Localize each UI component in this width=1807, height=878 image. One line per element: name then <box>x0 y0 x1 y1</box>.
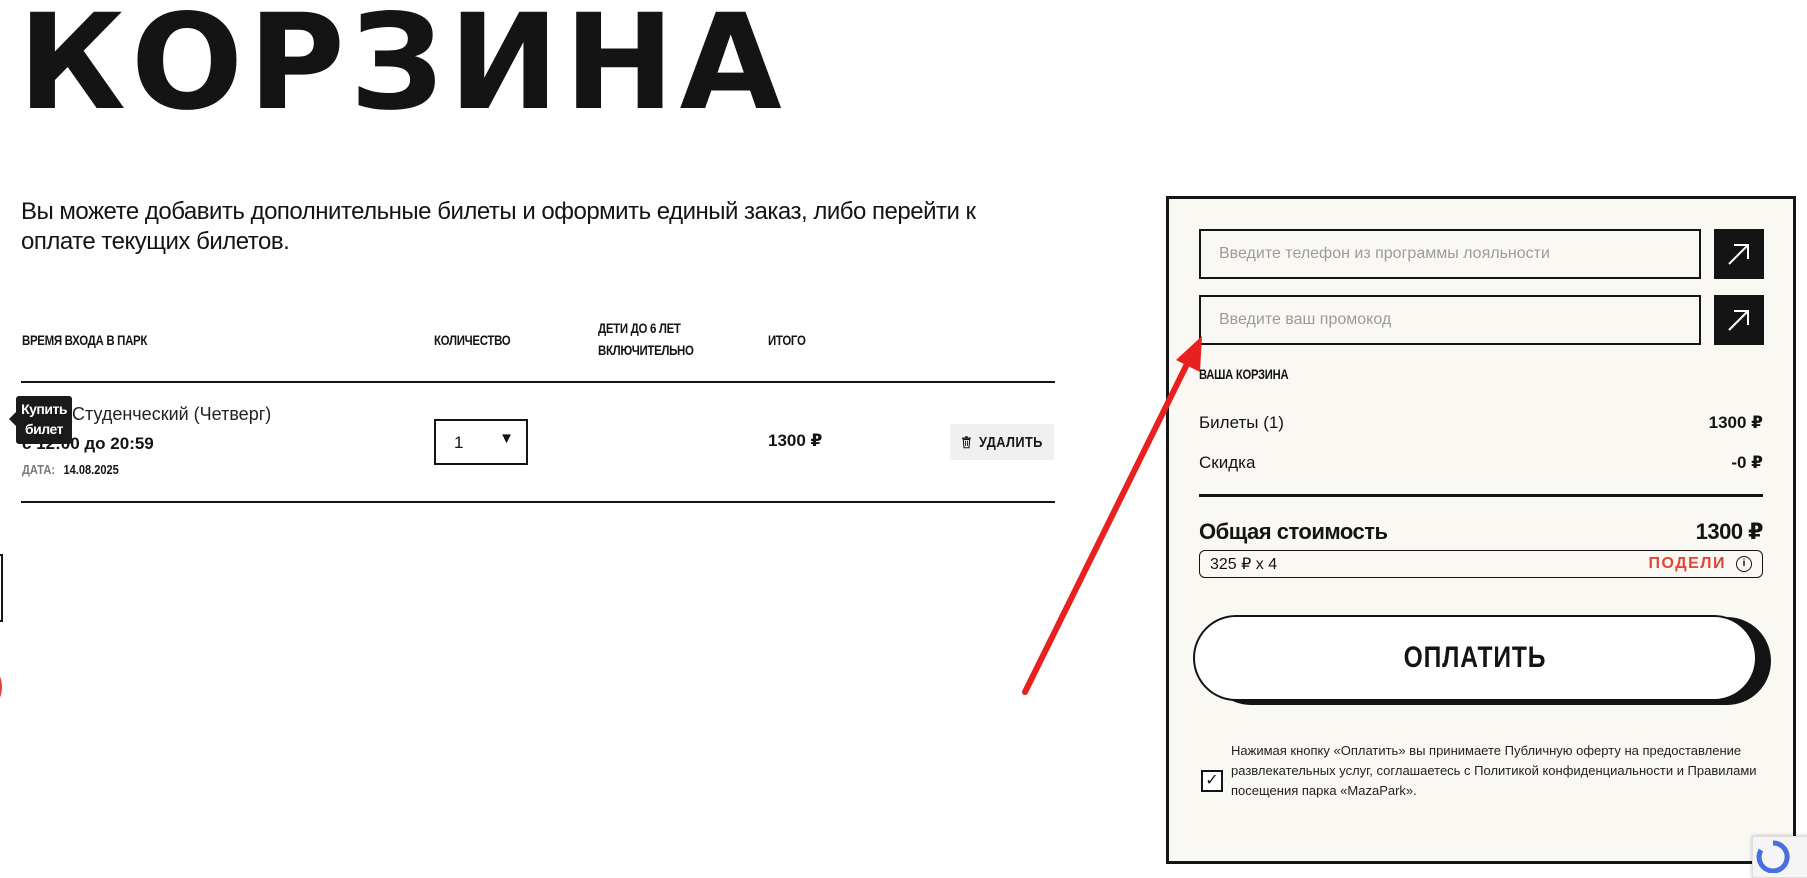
annotation-arrow <box>1022 336 1202 695</box>
